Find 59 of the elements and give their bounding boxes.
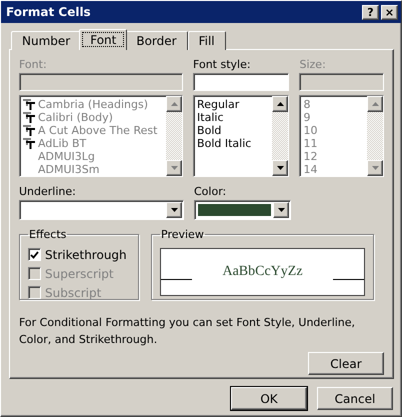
window-title: Format Cells bbox=[6, 5, 92, 19]
preview-sample: AaBbCcYyZz bbox=[221, 264, 304, 280]
field-label: Font style: bbox=[193, 58, 252, 73]
dialog-button[interactable]: Cancel bbox=[317, 387, 393, 410]
list-item[interactable]: Italic bbox=[197, 111, 270, 124]
tab[interactable]: Font bbox=[79, 29, 128, 50]
check-icon bbox=[30, 250, 39, 258]
truetype-icon bbox=[23, 112, 35, 123]
scroll-down-button[interactable] bbox=[166, 202, 182, 218]
scroll-down-button[interactable] bbox=[367, 160, 383, 176]
list-item[interactable]: Regular bbox=[197, 98, 270, 111]
list-item[interactable]: Bold bbox=[197, 124, 270, 137]
field-label: Font: bbox=[19, 58, 48, 73]
font-name: ADMUI3Sm bbox=[38, 163, 100, 176]
text-field[interactable] bbox=[19, 73, 184, 91]
tab[interactable]: Border bbox=[125, 31, 188, 50]
font-name: Cambria (Headings) bbox=[38, 98, 148, 111]
close-button[interactable]: × bbox=[381, 4, 398, 20]
dialog-button[interactable]: OK bbox=[231, 387, 307, 410]
info-text: For Conditional Formatting you can set Font Style, Underline, Color, and Strikethrough. bbox=[19, 315, 356, 348]
checkbox-label: Strikethrough bbox=[45, 248, 127, 262]
scroll-down-button[interactable] bbox=[272, 160, 288, 176]
font-name: Calibri (Body) bbox=[38, 111, 113, 124]
color-dropdown[interactable] bbox=[194, 200, 291, 220]
scroll-down-button[interactable] bbox=[273, 202, 289, 218]
underline-dropdown[interactable] bbox=[19, 200, 184, 220]
scroll-up-button[interactable] bbox=[166, 96, 182, 112]
tab[interactable]: Number bbox=[11, 31, 82, 50]
up-arrow-icon bbox=[372, 102, 378, 106]
list-box[interactable]: Regular Italic Bold Bold Italic bbox=[193, 95, 290, 177]
truetype-icon bbox=[23, 138, 35, 149]
checkbox[interactable] bbox=[28, 248, 41, 261]
down-arrow-icon bbox=[170, 208, 178, 212]
group-title: Effects bbox=[28, 228, 68, 241]
font-name: ADMUI3Lg bbox=[38, 150, 95, 163]
field-label: Size: bbox=[299, 58, 327, 73]
help-button[interactable]: ? bbox=[362, 4, 379, 20]
clear-button[interactable]: Clear bbox=[308, 352, 384, 375]
up-arrow-icon bbox=[170, 102, 178, 106]
tab[interactable]: Fill bbox=[188, 31, 226, 50]
scroll-up-button[interactable] bbox=[272, 96, 288, 112]
scroll-down-button[interactable] bbox=[166, 160, 182, 176]
checkbox-label: Subscript bbox=[45, 286, 102, 300]
field-label: Color: bbox=[194, 185, 228, 200]
group-title: Preview bbox=[160, 228, 205, 241]
up-arrow-icon bbox=[276, 102, 284, 106]
text-field[interactable] bbox=[193, 73, 290, 91]
field-label: Underline: bbox=[19, 185, 77, 200]
list-item[interactable]: Bold Italic bbox=[197, 137, 270, 150]
scroll-up-button[interactable] bbox=[367, 96, 383, 112]
checkbox-label: Superscript bbox=[45, 266, 114, 280]
font-name: AdLib BT bbox=[38, 137, 86, 150]
truetype-icon bbox=[23, 99, 35, 110]
down-arrow-icon bbox=[276, 166, 284, 170]
down-arrow-icon bbox=[278, 208, 284, 212]
down-arrow-icon bbox=[372, 166, 378, 170]
truetype-icon bbox=[23, 125, 35, 136]
text-field[interactable] bbox=[299, 73, 384, 91]
down-arrow-icon bbox=[170, 166, 178, 170]
